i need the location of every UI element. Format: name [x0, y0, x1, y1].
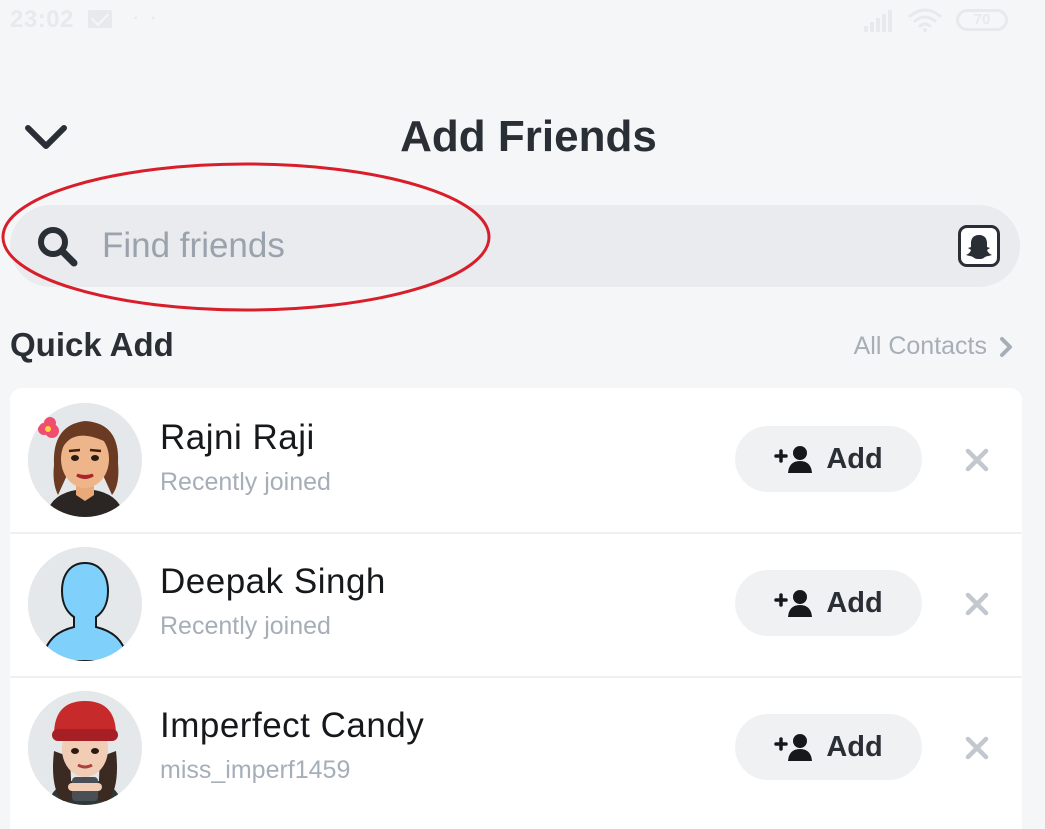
wifi-icon	[908, 8, 942, 32]
search-icon	[38, 227, 78, 267]
friend-name: Imperfect Candy	[160, 706, 425, 745]
close-icon[interactable]	[963, 446, 991, 474]
quick-add-list: Rajni Raji Recently joined Add Deepak Si…	[10, 388, 1022, 829]
add-friend-icon	[774, 734, 813, 761]
add-friend-button[interactable]: Add	[735, 714, 922, 780]
friend-name: Deepak Singh	[160, 562, 386, 601]
all-contacts-link[interactable]: All Contacts	[854, 332, 1015, 361]
add-friend-icon	[774, 590, 813, 617]
all-contacts-label: All Contacts	[853, 332, 987, 360]
avatar[interactable]	[28, 691, 142, 805]
add-label: Add	[826, 442, 883, 475]
add-friend-icon	[774, 446, 813, 473]
friend-subtitle: miss_imperf1459	[160, 756, 351, 784]
friend-name: Rajni Raji	[160, 418, 315, 457]
mail-icon	[88, 10, 112, 28]
search-bar[interactable]	[10, 205, 1020, 287]
list-item[interactable]: Imperfect Candy miss_imperf1459 Add	[10, 676, 1022, 820]
list-item[interactable]: Deepak Singh Recently joined Add	[10, 532, 1022, 676]
close-icon[interactable]	[963, 734, 991, 762]
add-label: Add	[826, 730, 883, 763]
page-title: Add Friends	[400, 112, 657, 161]
search-input[interactable]	[102, 219, 922, 273]
add-label: Add	[826, 586, 883, 619]
status-dots: · ·	[132, 4, 159, 29]
list-item[interactable]: Rajni Raji Recently joined Add	[10, 388, 1022, 532]
section-title-quick-add: Quick Add	[10, 326, 174, 363]
add-friend-button[interactable]: Add	[735, 426, 922, 492]
avatar[interactable]	[28, 403, 142, 517]
close-icon[interactable]	[963, 590, 991, 618]
friend-subtitle: Recently joined	[160, 468, 331, 496]
add-friends-screen: 23:02 · · 70 Add Friends Find friends Qu…	[0, 0, 1045, 829]
bitmoji-woman-flower-icon	[28, 403, 142, 517]
default-blue-silhouette-icon	[28, 547, 142, 661]
status-bar: 23:02 · · 70	[0, 0, 1045, 40]
ghost-icon	[966, 235, 992, 259]
status-time: 23:02	[10, 6, 74, 33]
chevron-right-icon	[1000, 336, 1012, 357]
signal-icon	[864, 10, 896, 32]
battery-indicator: 70	[956, 9, 1008, 31]
bitmoji-woman-red-beanie-icon	[28, 691, 142, 805]
friend-subtitle: Recently joined	[160, 612, 331, 640]
add-friend-button[interactable]: Add	[735, 570, 922, 636]
snapcode-button[interactable]	[958, 225, 1000, 267]
avatar[interactable]	[28, 547, 142, 661]
